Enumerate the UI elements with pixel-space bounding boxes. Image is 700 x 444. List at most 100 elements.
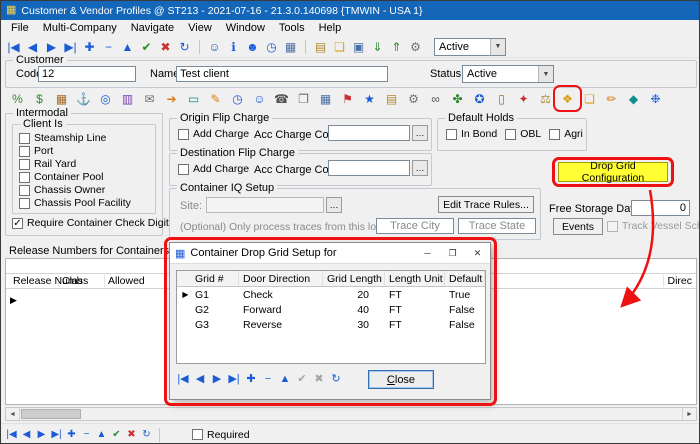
prior-record-icon[interactable]: ◀ <box>20 426 33 443</box>
plant-icon[interactable]: ✤ <box>449 91 466 108</box>
delete-record-icon[interactable]: − <box>100 38 117 55</box>
grid-row[interactable]: G3Reverse30FTFalse <box>177 317 485 332</box>
upload-icon[interactable]: ⇑ <box>388 38 405 55</box>
prior-record-icon[interactable]: ◀ <box>24 38 41 55</box>
dispatch-arrow-icon[interactable]: ➔ <box>163 91 180 108</box>
save-icon[interactable]: ▣ <box>350 38 367 55</box>
delete-record-icon[interactable]: − <box>80 426 93 443</box>
phone-icon[interactable]: ☎ <box>273 91 290 108</box>
boxes-icon[interactable]: ▦ <box>53 91 70 108</box>
checkbox-box[interactable]: ✓ <box>12 218 23 229</box>
first-record-icon[interactable]: |◀ <box>5 426 18 443</box>
insert-record-icon[interactable]: ✚ <box>81 38 98 55</box>
network-icon[interactable]: ❉ <box>647 91 664 108</box>
lookup-button[interactable]: … <box>412 125 428 141</box>
checkbox-rail-yard[interactable]: Rail Yard <box>19 158 131 170</box>
trace-state-input[interactable] <box>458 218 536 234</box>
checkbox-agri[interactable]: Agri <box>549 128 583 140</box>
checkbox-port[interactable]: Port <box>19 145 131 157</box>
free-storage-days-input[interactable] <box>631 200 690 216</box>
column-header-grid[interactable]: Grid # <box>191 271 239 286</box>
grid-row[interactable]: ▶G1Check20FTTrue <box>177 287 485 302</box>
menu-window[interactable]: Window <box>219 22 272 34</box>
last-record-icon[interactable]: ▶| <box>50 426 63 443</box>
people-icon[interactable]: ☻ <box>244 38 261 55</box>
menu-tools[interactable]: Tools <box>272 22 312 34</box>
title-bar[interactable]: ▦ Customer & Vendor Profiles @ ST213 - 2… <box>1 1 699 20</box>
column-header-door-direction[interactable]: Door Direction <box>239 271 323 286</box>
scrollbar-thumb[interactable] <box>21 409 81 419</box>
globe-icon[interactable]: ✪ <box>471 91 488 108</box>
events-button[interactable]: Events <box>553 218 603 235</box>
next-record-icon[interactable]: ▶ <box>210 371 224 388</box>
checkbox-box[interactable] <box>549 129 560 140</box>
drop-grid-configuration-button[interactable]: Drop Grid Configuration <box>558 162 668 182</box>
checkbox-in-bond[interactable]: In Bond <box>446 128 497 140</box>
menu-help[interactable]: Help <box>312 22 349 34</box>
column-header-length-unit[interactable]: Length Unit <box>385 271 445 286</box>
menu-file[interactable]: File <box>4 22 36 34</box>
grid-row[interactable]: G2Forward40FTFalse <box>177 302 485 317</box>
edit-record-icon[interactable]: ▲ <box>119 38 136 55</box>
menu-view[interactable]: View <box>181 22 219 34</box>
first-record-icon[interactable]: |◀ <box>5 38 22 55</box>
column-header-allowed[interactable]: Allowed <box>105 275 167 287</box>
checkbox-required[interactable]: Required <box>192 429 250 441</box>
cancel-edit-icon[interactable]: ✖ <box>125 426 138 443</box>
checkbox-chassis-owner[interactable]: Chassis Owner <box>19 184 131 196</box>
column-header-class[interactable]: Class <box>59 275 105 287</box>
column-header-direc[interactable]: Direc <box>663 275 696 287</box>
status-filter-dropdown[interactable]: Active ▼ <box>434 38 506 56</box>
origin-acc-charge-input[interactable] <box>328 125 410 141</box>
checkbox-box[interactable] <box>19 185 30 196</box>
chevron-down-icon[interactable]: ▼ <box>538 66 553 82</box>
checkbox-box[interactable] <box>19 133 30 144</box>
folder-icon[interactable]: ❏ <box>581 91 598 108</box>
site-lookup-button[interactable]: … <box>326 197 342 213</box>
checkbox-obl[interactable]: OBL <box>505 128 541 140</box>
clock-icon[interactable]: ◷ <box>229 91 246 108</box>
pencil-icon[interactable]: ✏ <box>603 91 620 108</box>
person-icon[interactable]: ☺ <box>251 91 268 108</box>
anchor-icon[interactable]: ⚓ <box>75 91 92 108</box>
scroll-left-icon[interactable]: ◄ <box>6 408 20 420</box>
refresh-icon[interactable]: ↻ <box>329 371 343 388</box>
container-icon[interactable]: ▭ <box>185 91 202 108</box>
refresh-icon[interactable]: ↻ <box>140 426 153 443</box>
destination-acc-charge-input[interactable] <box>328 160 410 176</box>
drop-grid-icon[interactable]: ❖ <box>559 91 576 108</box>
column-header-default[interactable]: Default <box>445 271 485 286</box>
copy-icon[interactable]: ❐ <box>295 91 312 108</box>
chart-icon[interactable]: ▥ <box>119 91 136 108</box>
star-icon[interactable]: ★ <box>361 91 378 108</box>
code-input[interactable] <box>38 66 136 82</box>
post-edit-icon[interactable]: ✔ <box>138 38 155 55</box>
info-icon[interactable]: ℹ <box>225 38 242 55</box>
checkbox-add-charge[interactable]: Add Charge <box>178 163 249 175</box>
checkbox-box[interactable] <box>19 146 30 157</box>
checkbox-add-charge[interactable]: Add Charge <box>178 128 249 140</box>
percent-icon[interactable]: % <box>9 91 26 108</box>
dialog-title-bar[interactable]: ▦ Container Drop Grid Setup for ─❐✕ <box>170 243 490 264</box>
calculator-icon[interactable]: ▦ <box>282 38 299 55</box>
insert-record-icon[interactable]: ✚ <box>244 371 258 388</box>
gear-icon[interactable]: ⚙ <box>407 38 424 55</box>
note-icon[interactable]: ✎ <box>207 91 224 108</box>
refresh-icon[interactable]: ↻ <box>176 38 193 55</box>
clipboard-icon[interactable]: ▤ <box>312 38 329 55</box>
download-icon[interactable]: ⇓ <box>369 38 386 55</box>
pin-icon[interactable]: ✦ <box>515 91 532 108</box>
edit-record-icon[interactable]: ▲ <box>95 426 108 443</box>
column-header-grid-length[interactable]: Grid Length <box>323 271 385 286</box>
menu-multi-company[interactable]: Multi-Company <box>36 22 124 34</box>
grid-icon[interactable]: ▦ <box>317 91 334 108</box>
checkbox-box[interactable] <box>178 164 189 175</box>
clock-icon[interactable]: ◷ <box>263 38 280 55</box>
prior-record-icon[interactable]: ◀ <box>193 371 207 388</box>
name-input[interactable] <box>176 66 388 82</box>
checkbox-container-pool[interactable]: Container Pool <box>19 171 131 183</box>
site-input[interactable] <box>206 197 324 213</box>
checkbox-box[interactable] <box>178 129 189 140</box>
cancel-edit-icon[interactable]: ✖ <box>157 38 174 55</box>
checkbox-box[interactable] <box>19 159 30 170</box>
